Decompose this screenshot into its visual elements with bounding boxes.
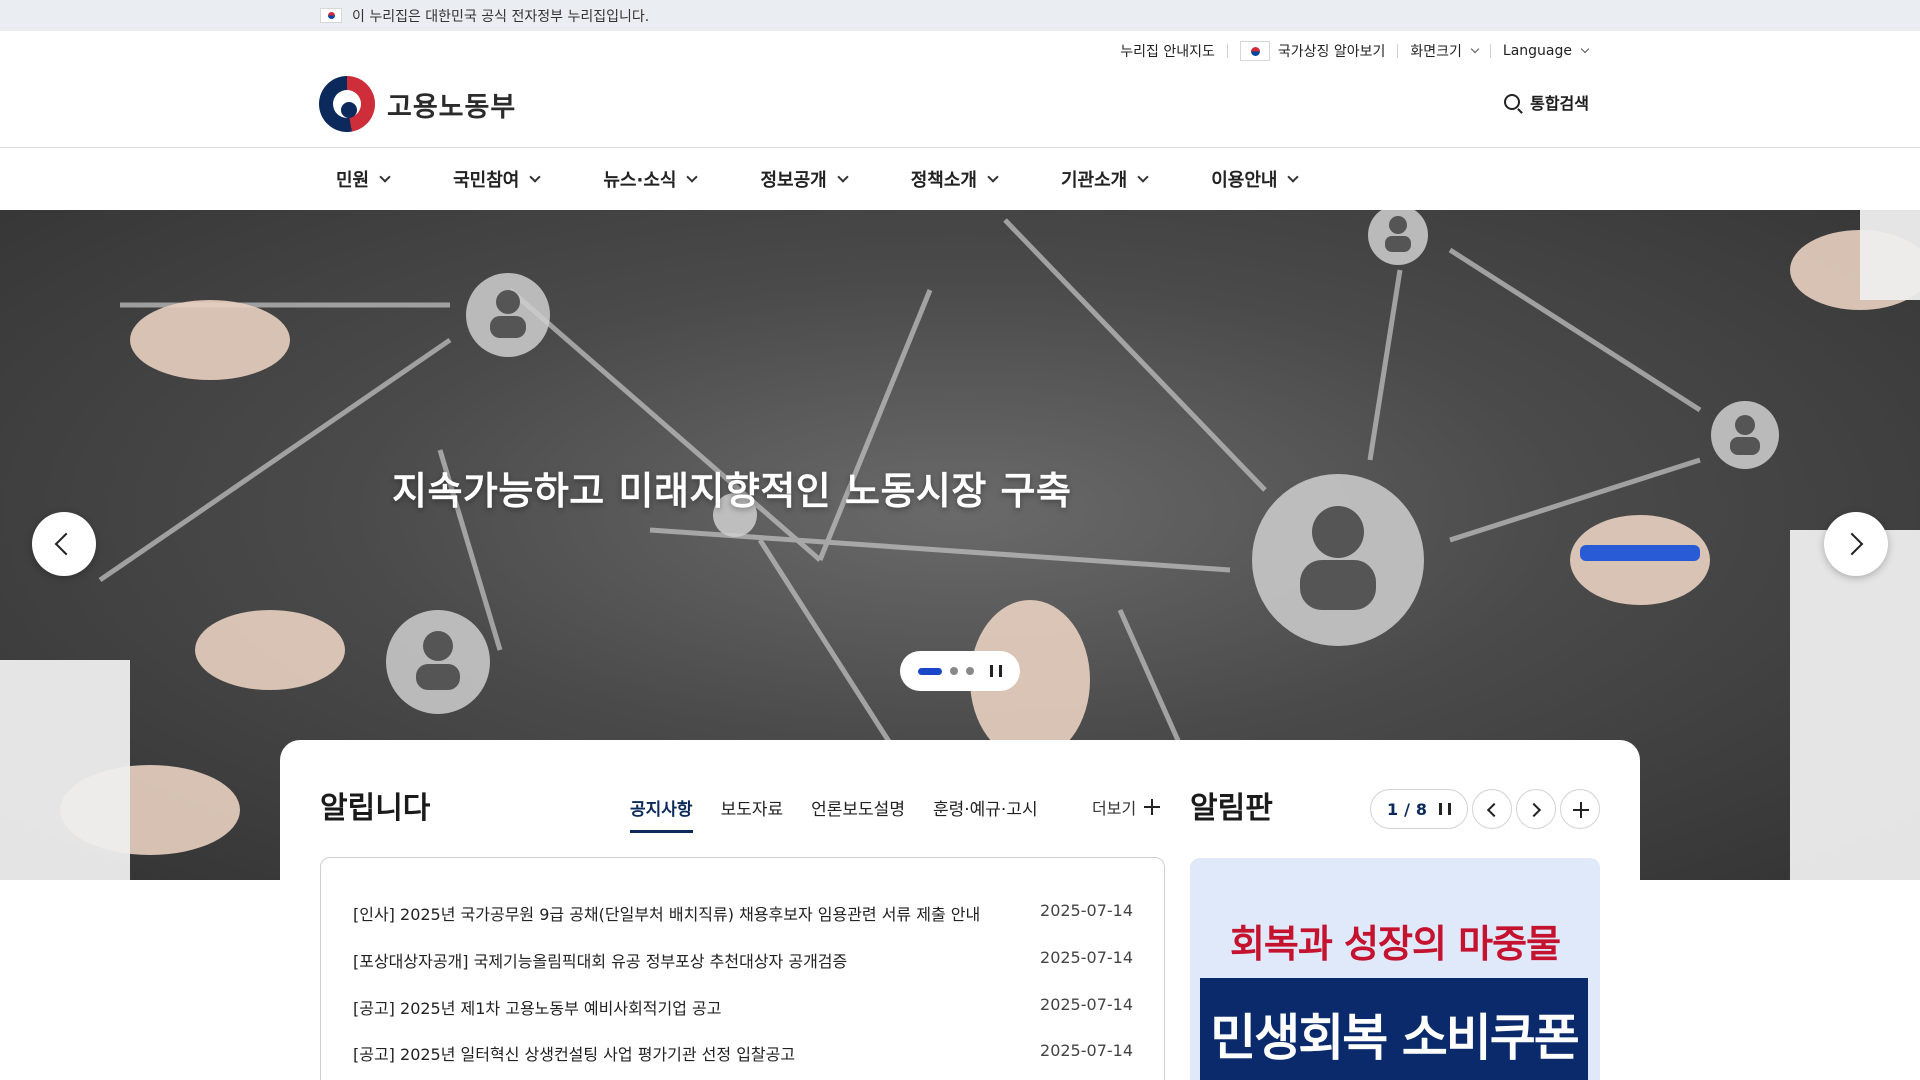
nav-label: 국민참여 — [453, 170, 520, 191]
sitemap-link[interactable]: 누리집 안내지도 — [1120, 41, 1215, 61]
chevron-down-icon — [837, 170, 849, 183]
search-icon — [1504, 94, 1521, 110]
government-emblem-icon — [319, 76, 375, 132]
board-more-button[interactable] — [1560, 789, 1600, 829]
nav-label: 민원 — [336, 170, 370, 191]
search-label: 통합검색 — [1530, 94, 1589, 113]
language-dropdown[interactable]: Language — [1502, 43, 1590, 59]
chevron-down-icon — [686, 170, 699, 183]
divider — [1489, 44, 1491, 58]
hero-title: 지속가능하고 미래지향적인 노동시장 구축 — [392, 469, 1072, 513]
language-label: Language — [1502, 43, 1572, 59]
more-button[interactable]: 더보기 — [1092, 795, 1161, 819]
notice-date: 2025-07-14 — [1040, 948, 1133, 967]
nav-item-about[interactable]: 기관소개 — [1043, 166, 1165, 192]
board-title: 알림판 — [1190, 791, 1273, 826]
integrated-search-button[interactable]: 통합검색 — [1504, 90, 1589, 114]
tab-press-releases[interactable]: 보도자료 — [721, 795, 784, 833]
chevron-down-icon — [379, 170, 391, 183]
board-slash: / — [1404, 799, 1410, 819]
chevron-left-icon — [54, 532, 78, 556]
notice-title: [인사] 2025년 국가공무원 9급 공채(단일부처 배치직류) 채용후보자 … — [353, 905, 981, 924]
chevron-right-icon — [1840, 532, 1864, 556]
nav-label: 정보공개 — [760, 170, 827, 191]
notice-list: [인사] 2025년 국가공무원 9급 공채(단일부처 배치직류) 채용후보자 … — [320, 857, 1165, 1080]
chevron-left-icon — [1486, 802, 1502, 818]
font-size-label: 화면크기 — [1410, 44, 1462, 60]
chevron-down-icon — [1137, 170, 1149, 183]
board-counter: 1 / 8 — [1370, 789, 1468, 829]
gov-banner: 이 누리집은 대한민국 공식 전자정부 누리집입니다. — [0, 0, 1920, 31]
tab-notices[interactable]: 공지사항 — [630, 795, 693, 833]
nav-item-participation[interactable]: 국민참여 — [435, 166, 557, 192]
font-size-dropdown[interactable]: 화면크기 — [1410, 41, 1480, 61]
banner-headline: 회복과 성장의 마중물 — [1229, 922, 1561, 966]
nav-item-policy[interactable]: 정책소개 — [893, 166, 1015, 192]
site-logo[interactable]: 고용노동부 — [319, 76, 516, 132]
chevron-down-icon — [987, 170, 999, 183]
chevron-down-icon — [1470, 44, 1480, 54]
notice-date: 2025-07-14 — [1040, 901, 1133, 920]
board-prev-button[interactable] — [1472, 789, 1512, 829]
chevron-down-icon — [529, 170, 542, 183]
logo-text: 고용노동부 — [387, 91, 517, 123]
carousel-prev-button[interactable] — [32, 512, 96, 576]
korea-flag-icon — [1239, 41, 1270, 61]
slide-indicator[interactable] — [966, 667, 974, 675]
list-item[interactable]: [포상대상자공개] 국제기능올림픽대회 유공 정부포상 추천대상자 공개검증 2… — [353, 948, 1133, 972]
pause-icon[interactable] — [990, 665, 1002, 677]
carousel-pager — [900, 651, 1020, 691]
notice-tabs: 공지사항 보도자료 언론보도설명 훈령·예규·고시 — [630, 795, 1038, 833]
nav-item-disclosure[interactable]: 정보공개 — [742, 166, 864, 192]
pause-icon[interactable] — [1439, 803, 1452, 815]
chevron-down-icon — [1287, 170, 1300, 183]
nav-item-civil[interactable]: 민원 — [318, 166, 407, 192]
tab-directives[interactable]: 훈령·예규·고시 — [933, 795, 1038, 833]
carousel-next-button[interactable] — [1824, 512, 1888, 576]
utility-bar: 누리집 안내지도 국가상징 알아보기 화면크기 Language — [1120, 38, 1590, 64]
gov-banner-text: 이 누리집은 대한민국 공식 전자정부 누리집입니다. — [352, 8, 650, 25]
nav-label: 뉴스·소식 — [603, 170, 677, 191]
nav-item-guide[interactable]: 이용안내 — [1193, 166, 1315, 192]
slide-indicator-active[interactable] — [918, 667, 942, 675]
nav-label: 기관소개 — [1060, 170, 1128, 191]
plus-icon — [1573, 802, 1589, 818]
banner-blue-box: 민생회복 소비쿠폰 — [1200, 978, 1588, 1080]
national-symbols-label: 국가상징 알아보기 — [1277, 44, 1386, 60]
divider — [1226, 44, 1228, 58]
board-total: 8 — [1415, 799, 1428, 819]
main-nav: 민원 국민참여 뉴스·소식 정보공개 정책소개 기관소개 이용안내 — [318, 148, 1343, 210]
divider — [1397, 44, 1399, 58]
korea-flag-icon — [320, 8, 342, 23]
notice-date: 2025-07-14 — [1040, 1041, 1133, 1060]
chevron-down-icon — [1580, 44, 1590, 54]
national-symbols-link[interactable]: 국가상징 알아보기 — [1239, 41, 1386, 61]
board-next-button[interactable] — [1516, 789, 1556, 829]
tab-press-explanations[interactable]: 언론보도설명 — [811, 795, 905, 833]
board-banner[interactable]: 회복과 성장의 마중물 민생회복 소비쿠폰 — [1190, 858, 1600, 1080]
notices-title: 알립니다 — [320, 791, 431, 826]
list-item[interactable]: [인사] 2025년 국가공무원 9급 공채(단일부처 배치직류) 채용후보자 … — [353, 901, 1133, 925]
board-current: 1 — [1386, 799, 1399, 819]
banner-subheadline: 민생회복 소비쿠폰 — [1210, 1009, 1579, 1067]
notice-title: [공고] 2025년 일터혁신 상생컨설팅 사업 평가기관 선정 입찰공고 — [353, 1045, 796, 1064]
notice-title: [포상대상자공개] 국제기능올림픽대회 유공 정부포상 추천대상자 공개검증 — [353, 952, 848, 971]
nav-label: 정책소개 — [910, 170, 977, 191]
nav-item-news[interactable]: 뉴스·소식 — [585, 166, 714, 192]
notice-date: 2025-07-14 — [1040, 995, 1133, 1014]
plus-icon — [1144, 799, 1161, 815]
list-item[interactable]: [공고] 2025년 일터혁신 상생컨설팅 사업 평가기관 선정 입찰공고 20… — [353, 1041, 1133, 1065]
nav-label: 이용안내 — [1211, 170, 1278, 191]
chevron-right-icon — [1526, 802, 1542, 818]
more-label: 더보기 — [1092, 799, 1137, 818]
list-item[interactable]: [공고] 2025년 제1차 고용노동부 예비사회적기업 공고 2025-07-… — [353, 995, 1133, 1019]
notice-title: [공고] 2025년 제1차 고용노동부 예비사회적기업 공고 — [353, 999, 722, 1018]
slide-indicator[interactable] — [950, 667, 958, 675]
